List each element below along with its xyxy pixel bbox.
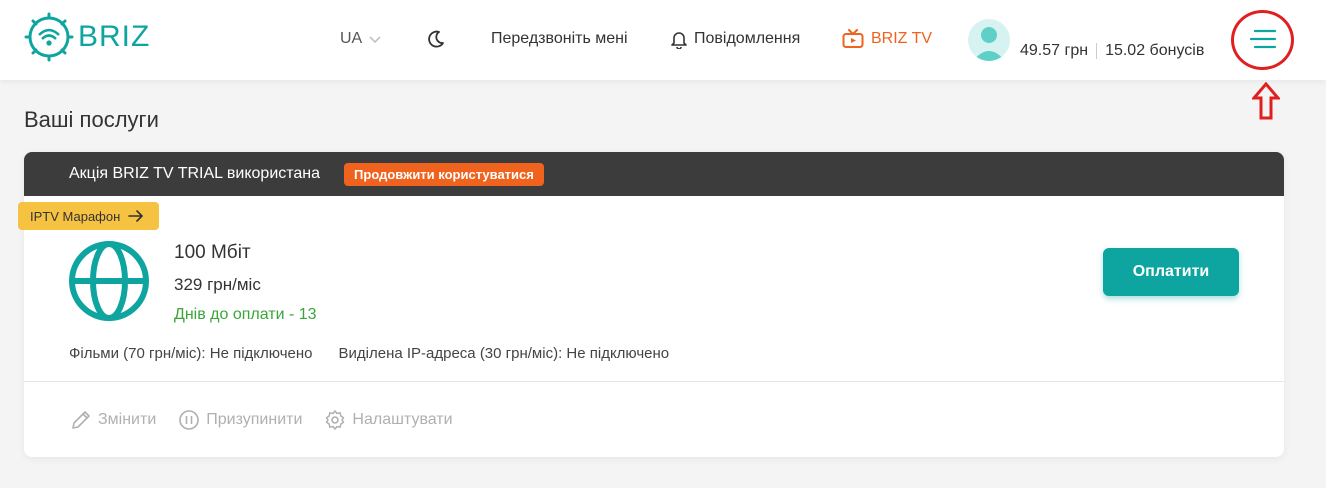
briz-logo-icon bbox=[24, 12, 74, 62]
balance-amount: 49.57 грн bbox=[1020, 42, 1089, 59]
moon-icon[interactable] bbox=[426, 29, 446, 49]
settings-label: Налаштувати bbox=[352, 411, 453, 428]
addon-dedicated-ip: Виділена IP-адреса (30 грн/міс): Не підк… bbox=[338, 345, 670, 362]
notifications-label: Повідомлення bbox=[694, 30, 801, 47]
top-header: BRIZ UA Передзвоніть мені Повідомлення B… bbox=[0, 0, 1326, 80]
badge-label: IPTV Марафон bbox=[30, 208, 121, 224]
addons-list: Фільми (70 грн/міс): Не підключено Виділ… bbox=[69, 345, 669, 362]
annotation-arrow-icon bbox=[1252, 82, 1280, 120]
annotation-circle bbox=[1231, 10, 1294, 70]
language-value: UA bbox=[340, 30, 363, 47]
promo-text: Акція BRIZ TV TRIAL використана bbox=[69, 165, 321, 182]
language-select[interactable]: UA bbox=[340, 30, 382, 48]
bonus-amount: 15.02 бонусів bbox=[1105, 42, 1205, 59]
arrow-right-icon bbox=[128, 210, 144, 222]
change-button[interactable]: Змінити bbox=[70, 409, 156, 431]
balance-info: 49.57 грн 15.02 бонусів bbox=[1020, 42, 1204, 60]
chevron-down-icon bbox=[369, 36, 381, 44]
callback-link[interactable]: Передзвоніть мені bbox=[491, 30, 628, 48]
pencil-icon bbox=[72, 411, 90, 429]
globe-icon bbox=[69, 241, 149, 321]
pay-button[interactable]: Оплатити bbox=[1103, 248, 1239, 296]
page-title: Ваші послуги bbox=[24, 107, 159, 132]
user-avatar[interactable] bbox=[968, 19, 1010, 61]
pause-icon bbox=[179, 410, 200, 430]
briz-tv-link[interactable]: BRIZ TV bbox=[842, 29, 932, 49]
iptv-marathon-badge[interactable]: IPTV Марафон bbox=[18, 202, 159, 230]
service-actions: Змінити Призупинити Налаштувати bbox=[70, 409, 453, 431]
bell-icon bbox=[671, 32, 687, 49]
promo-banner: Акція BRIZ TV TRIAL використана Продовжи… bbox=[24, 152, 1284, 196]
briz-tv-label: BRIZ TV bbox=[871, 30, 933, 47]
logo-text: BRIZ bbox=[78, 20, 151, 53]
divider bbox=[1096, 43, 1098, 59]
addon-movies: Фільми (70 грн/міс): Не підключено bbox=[69, 345, 313, 362]
change-label: Змінити bbox=[98, 411, 157, 428]
card-divider bbox=[24, 381, 1284, 382]
tv-icon bbox=[842, 29, 864, 48]
pause-button[interactable]: Призупинити bbox=[178, 409, 302, 431]
continue-button[interactable]: Продовжити користуватися bbox=[344, 162, 544, 186]
briz-logo[interactable]: BRIZ bbox=[24, 12, 150, 62]
user-icon bbox=[973, 27, 1005, 61]
notifications-link[interactable]: Повідомлення bbox=[670, 29, 800, 49]
settings-button[interactable]: Налаштувати bbox=[324, 409, 453, 431]
service-speed: 100 Мбіт bbox=[174, 242, 251, 263]
service-price: 329 грн/міс bbox=[174, 275, 261, 294]
gear-icon bbox=[326, 410, 345, 430]
days-until-payment: Днів до оплати - 13 bbox=[174, 306, 317, 323]
pause-label: Призупинити bbox=[206, 411, 303, 428]
